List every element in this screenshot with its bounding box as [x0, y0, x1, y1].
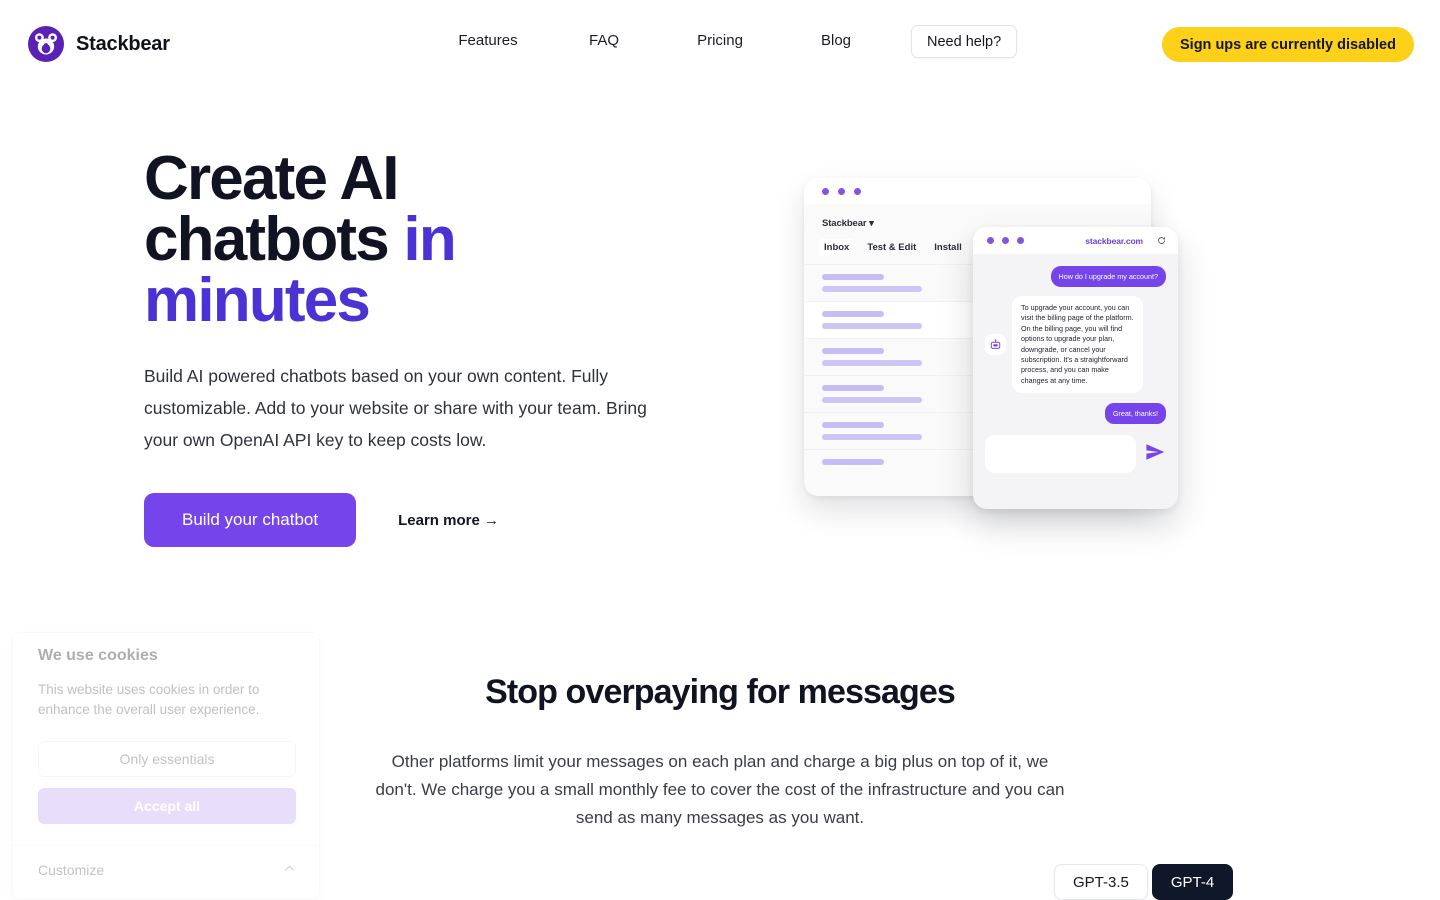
customize-cookies-row[interactable]: Customize — [38, 855, 296, 885]
model-toggle-group: GPT-3.5 GPT-4 — [1054, 864, 1234, 900]
accept-all-button[interactable]: Accept all — [38, 788, 296, 824]
nav-link-faq[interactable]: FAQ — [546, 32, 662, 49]
brand-logo[interactable]: Stackbear — [28, 26, 170, 62]
window-dot-icon — [854, 187, 861, 195]
window-dot-icon — [987, 237, 994, 244]
dashboard-tab-inbox[interactable]: Inbox — [818, 239, 856, 256]
learn-more-link[interactable]: Learn more → — [398, 512, 499, 529]
divider — [13, 845, 319, 846]
chevron-up-icon — [283, 862, 296, 878]
window-dot-icon — [822, 187, 829, 195]
chat-message-user: Great, thanks! — [1104, 403, 1166, 425]
dashboard-tab-install[interactable]: Install — [928, 239, 967, 256]
chevron-down-icon: ▾ — [869, 218, 874, 229]
hero-title-line1: Create AI — [144, 144, 400, 213]
site-header: Stackbear Features FAQ Pricing Blog Need… — [0, 0, 1440, 88]
hero-illustration: Stackbear ▾ Inbox Test & Edit Install st… — [795, 170, 1195, 520]
send-icon[interactable] — [1144, 441, 1166, 468]
hero-title-accent-minutes: minutes — [144, 266, 371, 335]
cookie-banner-body: This website uses cookies in order to en… — [38, 682, 260, 717]
nav-link-pricing[interactable]: Pricing — [662, 32, 778, 49]
model-button-gpt-4[interactable]: GPT-4 — [1151, 864, 1234, 900]
chat-message-user: How do I upgrade my account? — [1050, 266, 1166, 287]
chat-window-titlebar: stackbear.com — [973, 227, 1178, 254]
chat-widget-mockup-window: stackbear.com How do I upgrade my accoun… — [973, 227, 1178, 509]
model-button-gpt-35[interactable]: GPT-3.5 — [1054, 864, 1148, 900]
dashboard-tab-test-edit[interactable]: Test & Edit — [861, 239, 922, 256]
window-dot-icon — [838, 187, 845, 195]
hero-title: Create AI chatbots in minutes — [144, 148, 704, 332]
nav-link-blog[interactable]: Blog — [778, 32, 894, 49]
build-your-chatbot-button[interactable]: Build your chatbot — [144, 493, 357, 547]
chat-composer — [985, 435, 1166, 474]
chat-message-bot: To upgrade your account, you can visit t… — [1012, 296, 1143, 394]
robot-icon — [985, 334, 1006, 356]
primary-nav: Features FAQ Pricing Blog — [430, 32, 894, 49]
chat-message-bot-row: To upgrade your account, you can visit t… — [985, 296, 1166, 394]
hero-title-accent-in: in — [403, 205, 456, 274]
customize-label: Customize — [38, 862, 105, 878]
window-dot-icon — [1002, 237, 1009, 244]
bear-logo-icon — [28, 26, 64, 62]
chat-input[interactable] — [985, 435, 1136, 474]
pricing-section-body: Other platforms limit your messages on e… — [375, 752, 1065, 827]
brand-name: Stackbear — [76, 32, 170, 55]
signup-disabled-banner-button[interactable]: Sign ups are currently disabled — [1162, 27, 1414, 62]
cookie-consent-banner: We use cookies This website uses cookies… — [12, 632, 320, 900]
need-help-button[interactable]: Need help? — [911, 25, 1018, 58]
window-dot-icon — [1017, 237, 1024, 244]
dashboard-brand-label: Stackbear — [822, 218, 867, 229]
nav-link-features[interactable]: Features — [430, 32, 546, 49]
cookie-banner-title: We use cookies — [38, 647, 158, 664]
chat-window-url: stackbear.com — [1085, 235, 1143, 246]
refresh-icon[interactable] — [1151, 232, 1166, 250]
chat-transcript: How do I upgrade my account? To upgrade … — [973, 254, 1178, 509]
landing-page: Stackbear Features FAQ Pricing Blog Need… — [0, 0, 1440, 900]
only-essentials-button[interactable]: Only essentials — [38, 741, 296, 777]
hero-title-line2: chatbots — [144, 205, 404, 274]
hero-subtitle: Build AI powered chatbots based on your … — [144, 366, 647, 450]
window-titlebar — [804, 178, 1151, 204]
hero-cta-row: Build your chatbot Learn more → — [144, 493, 499, 547]
